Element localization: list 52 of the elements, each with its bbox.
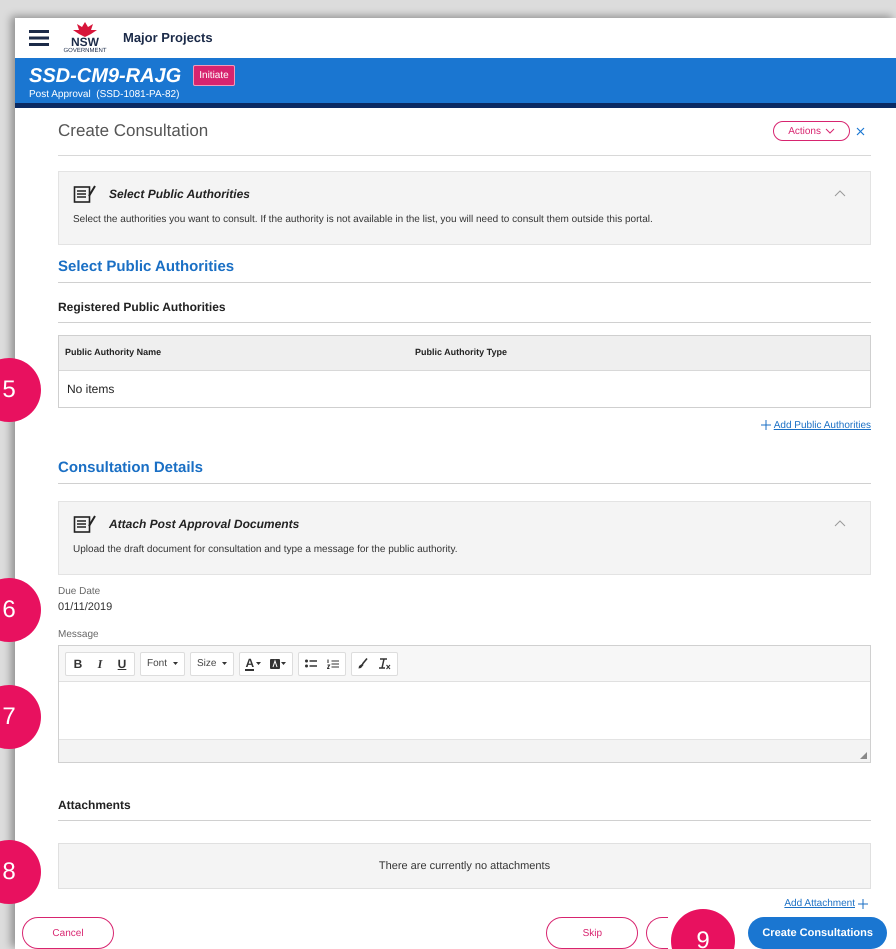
rich-text-editor[interactable]: B I U Font Size A — [58, 645, 871, 763]
bullet-list-icon — [305, 659, 318, 668]
section-heading: Select Public Authorities — [58, 258, 234, 274]
logo-text: NSW — [71, 37, 99, 48]
brush-icon — [358, 658, 368, 669]
section-heading: Consultation Details — [58, 458, 204, 476]
info-text: Select the authorities you want to consult. If the authority is not available in the list, you will need to consult them outside this portal. — [73, 212, 654, 226]
clear-format-icon — [378, 658, 392, 670]
app-title: Major Projects — [123, 29, 213, 48]
chevron-down-icon — [825, 128, 835, 134]
waratah-flower-icon — [72, 21, 98, 38]
section-subheading: Registered Public Authorities — [58, 300, 226, 314]
document-edit-icon — [73, 184, 97, 204]
caret-icon — [173, 662, 178, 665]
highlight-color-icon — [270, 658, 280, 668]
empty-attachments-text: There are currently no attachments — [378, 858, 550, 874]
italic-button[interactable]: I — [90, 654, 110, 674]
field-value: 01/11/2019 — [58, 600, 114, 614]
project-subtitle: Post Approval (SSD-1081-PA-82) — [29, 88, 180, 102]
empty-table-text: No items — [67, 380, 114, 398]
menu-icon[interactable] — [29, 30, 49, 46]
caret-icon — [222, 662, 228, 665]
plus-icon — [858, 898, 868, 908]
close-icon[interactable] — [856, 126, 865, 136]
add-link[interactable]: Add Public Authorities — [760, 418, 871, 432]
outline-button[interactable]: Cancel — [22, 917, 114, 949]
resize-handle-icon[interactable] — [860, 752, 867, 759]
field-label: Due Date — [58, 584, 102, 598]
plus-icon — [760, 420, 771, 430]
outline-button[interactable] — [646, 917, 668, 949]
info-title: Attach Post Approval Documents — [109, 516, 300, 532]
info-title: Select Public Authorities — [109, 186, 250, 202]
add-link[interactable]: Add Attachment — [784, 896, 868, 911]
column-header: Public Authority Type — [415, 346, 508, 359]
panel-title: Create Consultation — [58, 120, 208, 142]
field-label: Message — [58, 628, 100, 642]
status-badge: Initiate — [193, 65, 235, 86]
actions-button[interactable]: Actions — [773, 121, 850, 141]
section-subheading: Attachments — [58, 798, 131, 812]
column-header: Public Authority Name — [65, 346, 162, 359]
caret-icon — [256, 662, 262, 665]
bold-button[interactable]: B — [68, 654, 88, 674]
primary-button[interactable]: Create Consultations — [748, 917, 887, 949]
caret-icon — [281, 662, 286, 665]
document-edit-icon — [73, 514, 97, 534]
chevron-icon[interactable] — [834, 190, 846, 197]
outline-button[interactable]: Skip — [546, 917, 638, 949]
info-text: Upload the draft document for consultation and type a message for the public authority. — [73, 542, 458, 556]
numbered-list-icon — [327, 658, 340, 668]
project-id: SSD-CM9-RAJG — [29, 64, 182, 88]
underline-button[interactable]: U — [112, 654, 132, 674]
chevron-icon[interactable] — [834, 520, 846, 527]
